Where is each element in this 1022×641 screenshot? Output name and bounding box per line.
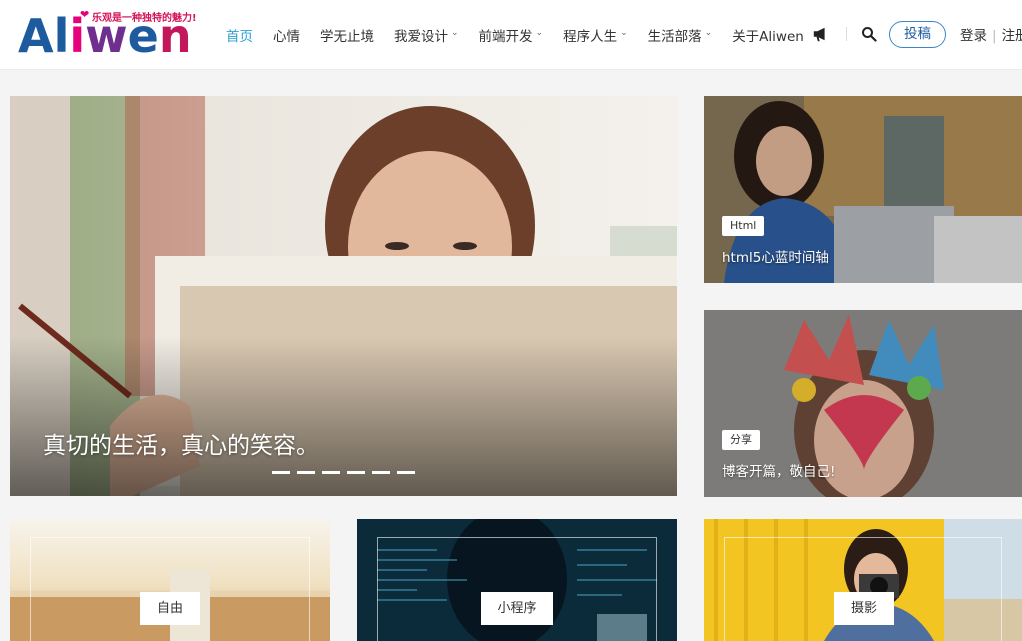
header-actions: 投稿 登录 | 注册 bbox=[812, 20, 1022, 48]
nav-item-about[interactable]: 关于Aliwen bbox=[732, 25, 804, 45]
search-icon[interactable] bbox=[861, 26, 877, 42]
category-label[interactable]: 自由 bbox=[140, 592, 200, 625]
divider: | bbox=[992, 28, 997, 44]
chevron-down-icon: ⌄ bbox=[535, 28, 544, 38]
slider-dot[interactable] bbox=[372, 471, 390, 474]
slider-dot[interactable] bbox=[297, 471, 315, 474]
post-tag[interactable]: 分享 bbox=[722, 430, 760, 450]
category-frame bbox=[724, 537, 1002, 641]
category-frame bbox=[377, 537, 657, 641]
nav-label: 前端开发 bbox=[478, 29, 533, 45]
nav-label: 生活部落 bbox=[647, 29, 702, 45]
auth-links: 登录 | 注册 bbox=[960, 24, 1022, 44]
nav-label: 关于Aliwen bbox=[732, 29, 804, 45]
slider-dot[interactable] bbox=[272, 471, 290, 474]
category-card[interactable]: 自由 bbox=[10, 519, 330, 641]
site-logo[interactable]: ❤ 乐观是一种独特的魅力! Aliwen bbox=[18, 8, 203, 62]
slider-dots bbox=[272, 471, 422, 474]
nav-item-mood[interactable]: 心情 bbox=[273, 25, 300, 45]
logo-wordmark: Aliwen bbox=[18, 9, 192, 63]
nav-label: 学无止境 bbox=[320, 29, 374, 45]
nav-label: 心情 bbox=[273, 29, 300, 45]
nav-item-programming[interactable]: 程序人生 ⌄ bbox=[563, 25, 628, 45]
hero-slider[interactable]: 真切的生活，真心的笑容。 bbox=[10, 96, 677, 496]
category-card[interactable]: 摄影 bbox=[704, 519, 1022, 641]
nav-label: 程序人生 bbox=[563, 29, 618, 45]
register-link[interactable]: 注册 bbox=[1002, 28, 1022, 44]
slider-dot[interactable] bbox=[397, 471, 415, 474]
nav-item-learning[interactable]: 学无止境 bbox=[320, 25, 374, 45]
category-label[interactable]: 小程序 bbox=[481, 592, 553, 625]
nav-item-life[interactable]: 生活部落 ⌄ bbox=[648, 25, 713, 45]
site-header: ❤ 乐观是一种独特的魅力! Aliwen 首页 心情 学无止境 我爱设计 ⌄ 前端… bbox=[0, 0, 1022, 70]
hero-title[interactable]: 真切的生活，真心的笑容。 bbox=[43, 426, 319, 460]
post-title[interactable]: html5心蓝时间轴 bbox=[722, 246, 829, 266]
category-label[interactable]: 摄影 bbox=[834, 592, 894, 625]
featured-post-card[interactable]: Html html5心蓝时间轴 bbox=[704, 96, 1022, 283]
nav-item-design[interactable]: 我爱设计 ⌄ bbox=[394, 25, 459, 45]
nav-item-home[interactable]: 首页 bbox=[226, 25, 253, 45]
post-tag[interactable]: Html bbox=[722, 216, 765, 236]
divider bbox=[846, 27, 847, 41]
chevron-down-icon: ⌄ bbox=[704, 28, 713, 38]
chevron-down-icon: ⌄ bbox=[451, 28, 459, 38]
megaphone-icon[interactable] bbox=[812, 25, 830, 43]
nav-item-frontend[interactable]: 前端开发 ⌄ bbox=[479, 25, 544, 45]
main-nav: 首页 心情 学无止境 我爱设计 ⌄ 前端开发 ⌄ 程序人生 ⌄ 生活部落 ⌄ 关于Ali… bbox=[226, 22, 824, 48]
submit-post-button[interactable]: 投稿 bbox=[889, 20, 946, 48]
category-card[interactable]: 小程序 bbox=[357, 519, 677, 641]
featured-post-card[interactable]: 分享 博客开篇，敬自己! bbox=[704, 310, 1022, 497]
nav-label: 首页 bbox=[226, 29, 253, 45]
slider-dot[interactable] bbox=[347, 471, 365, 474]
post-title[interactable]: 博客开篇，敬自己! bbox=[722, 460, 835, 480]
chevron-down-icon: ⌄ bbox=[620, 28, 628, 38]
nav-label: 我爱设计 bbox=[394, 29, 448, 45]
category-frame bbox=[30, 537, 310, 641]
login-link[interactable]: 登录 bbox=[960, 28, 987, 44]
slider-dot[interactable] bbox=[322, 471, 340, 474]
